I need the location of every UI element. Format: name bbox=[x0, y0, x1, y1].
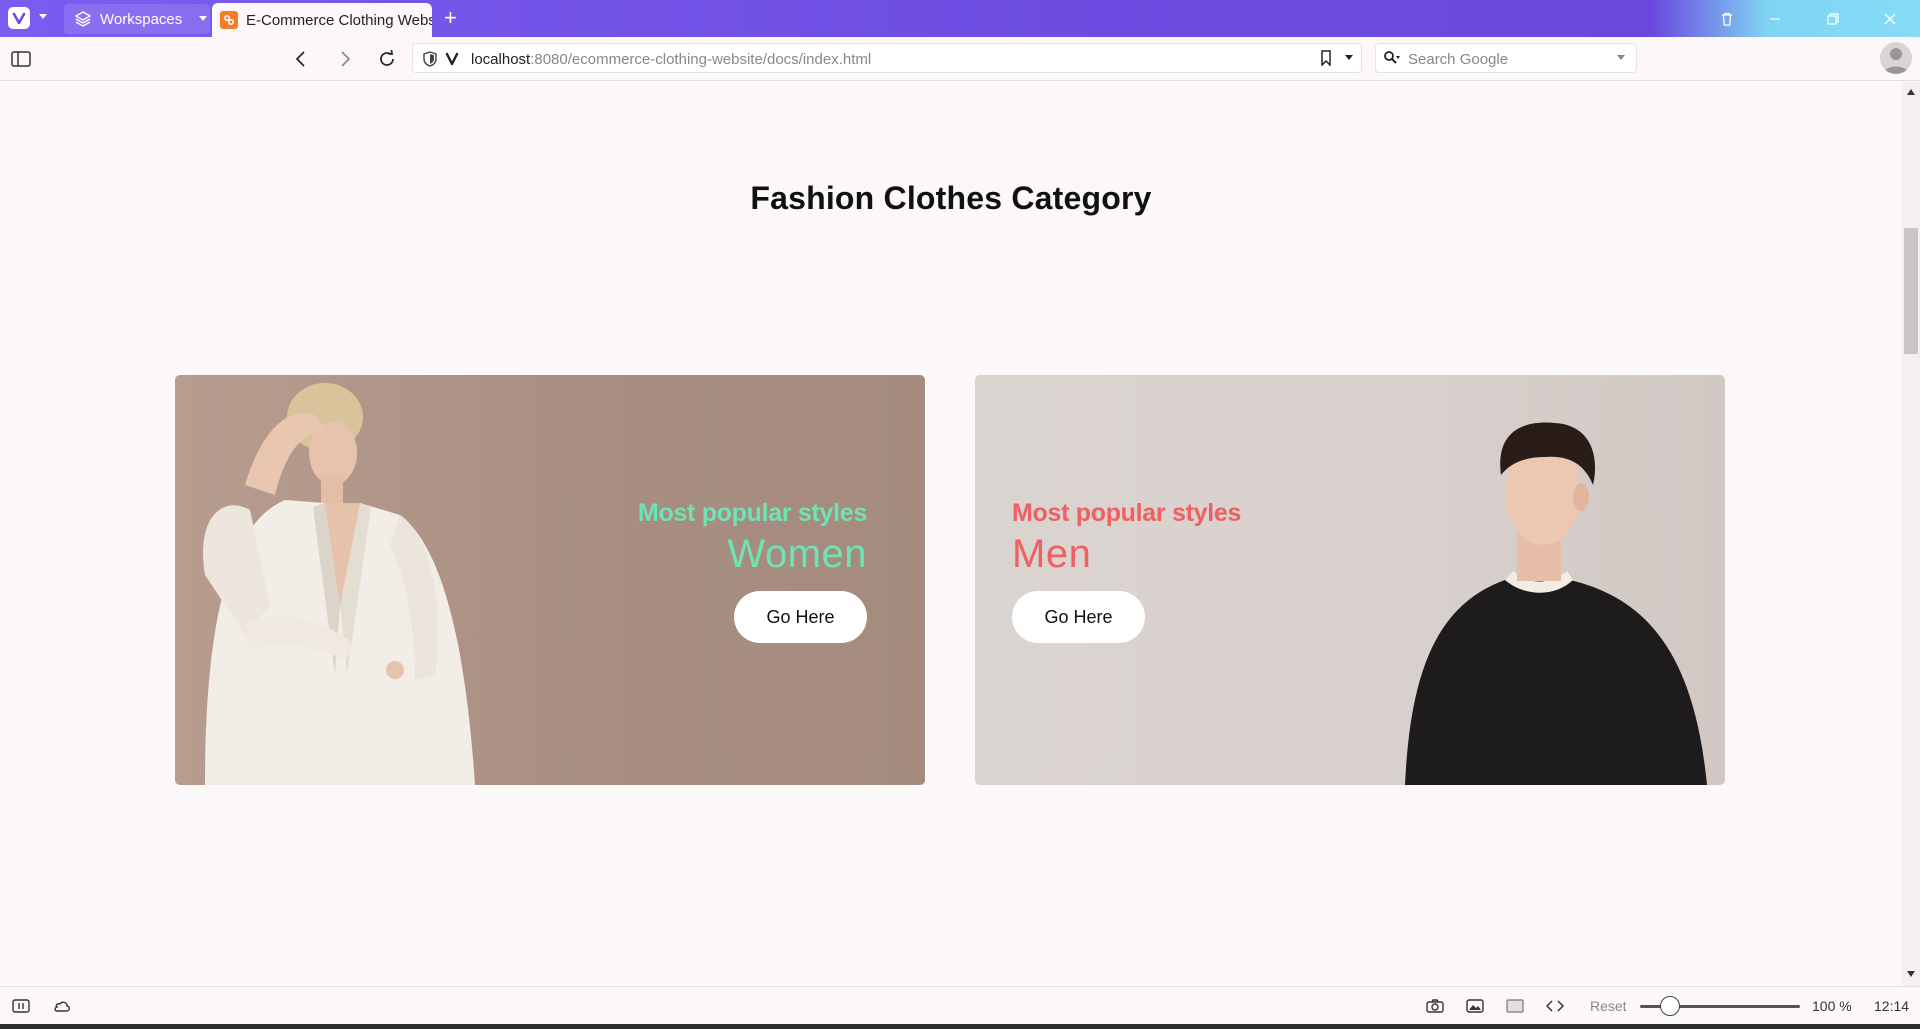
camera-icon[interactable] bbox=[1425, 996, 1445, 1016]
chevron-down-icon bbox=[199, 16, 208, 21]
minimize-button[interactable] bbox=[1765, 9, 1785, 29]
new-tab-button[interactable]: + bbox=[444, 7, 457, 29]
workspaces-label: Workspaces bbox=[100, 10, 183, 28]
men-go-here-button[interactable]: Go Here bbox=[1012, 591, 1145, 643]
url-text: localhost:8080/ecommerce-clothing-websit… bbox=[471, 51, 871, 68]
cloud-sync-icon[interactable] bbox=[52, 996, 72, 1016]
men-eyebrow: Most popular styles bbox=[1012, 499, 1242, 527]
forward-icon[interactable] bbox=[334, 48, 356, 70]
zoom-slider-knob[interactable] bbox=[1660, 996, 1680, 1016]
scroll-up-icon[interactable] bbox=[1904, 86, 1918, 98]
tab-title: E-Commerce Clothing Website bbox=[246, 11, 432, 29]
women-go-here-button[interactable]: Go Here bbox=[734, 591, 867, 643]
url-path: :8080/ecommerce-clothing-website/docs/in… bbox=[530, 51, 872, 68]
chevron-down-icon[interactable] bbox=[1338, 47, 1360, 69]
search-icon bbox=[1381, 47, 1403, 69]
user-icon bbox=[1884, 48, 1908, 74]
category-card-men: Most popular styles Men Go Here bbox=[975, 375, 1725, 785]
panel-toggle-icon[interactable] bbox=[11, 996, 31, 1016]
active-tab[interactable]: E-Commerce Clothing Website bbox=[212, 3, 432, 37]
url-field[interactable]: localhost:8080/ecommerce-clothing-websit… bbox=[412, 43, 1362, 73]
women-eyebrow: Most popular styles bbox=[637, 499, 867, 527]
category-card-women: Most popular styles Women Go Here bbox=[175, 375, 925, 785]
zoom-level[interactable]: 100 % bbox=[1812, 998, 1852, 1014]
vivaldi-logo-icon bbox=[12, 12, 26, 25]
layers-icon bbox=[74, 11, 92, 27]
workspaces-button[interactable]: Workspaces bbox=[64, 4, 210, 34]
title-bar: Workspaces E-Commerce Clothing Website + bbox=[0, 0, 1920, 37]
trash-icon[interactable] bbox=[1717, 9, 1737, 29]
vertical-scrollbar[interactable] bbox=[1902, 82, 1920, 986]
back-icon[interactable] bbox=[290, 48, 312, 70]
address-bar: localhost:8080/ecommerce-clothing-websit… bbox=[0, 37, 1920, 81]
men-card-text: Most popular styles Men Go Here bbox=[1012, 499, 1241, 643]
search-field[interactable]: Search Google bbox=[1375, 43, 1637, 73]
women-card-text: Most popular styles Women Go Here bbox=[638, 499, 867, 643]
panel-toggle-icon[interactable] bbox=[10, 48, 32, 70]
vivaldi-v-icon bbox=[441, 48, 463, 70]
man-photo bbox=[1405, 422, 1707, 785]
close-button[interactable] bbox=[1880, 9, 1900, 29]
scrollbar-thumb[interactable] bbox=[1904, 228, 1918, 354]
page-title: Fashion Clothes Category bbox=[750, 180, 1152, 216]
women-category-label: Women bbox=[727, 532, 867, 576]
chevron-down-icon[interactable] bbox=[38, 13, 48, 21]
chevron-down-icon[interactable] bbox=[1610, 47, 1632, 69]
page-tiling-icon[interactable] bbox=[1505, 996, 1525, 1016]
site-favicon-icon bbox=[220, 11, 238, 29]
scroll-down-icon[interactable] bbox=[1904, 968, 1918, 980]
zoom-reset-button[interactable]: Reset bbox=[1590, 998, 1627, 1014]
vivaldi-menu-button[interactable] bbox=[8, 7, 30, 29]
window-bottom-edge bbox=[0, 1024, 1920, 1029]
image-icon[interactable] bbox=[1465, 996, 1485, 1016]
profile-avatar[interactable] bbox=[1880, 42, 1912, 74]
clock: 12:14 bbox=[1874, 998, 1910, 1014]
woman-photo bbox=[203, 383, 475, 785]
status-bar: Reset 100 % 12:14 bbox=[0, 986, 1920, 1024]
men-category-label: Men bbox=[1012, 532, 1092, 576]
url-host: localhost bbox=[471, 51, 531, 68]
restore-button[interactable] bbox=[1823, 9, 1843, 29]
reload-icon[interactable] bbox=[376, 48, 398, 70]
search-placeholder: Search Google bbox=[1408, 51, 1509, 68]
code-icon[interactable] bbox=[1545, 996, 1565, 1016]
page-viewport: Fashion Clothes Category Most popular st… bbox=[0, 82, 1902, 986]
bookmark-icon[interactable] bbox=[1315, 47, 1337, 69]
shield-icon[interactable] bbox=[419, 48, 441, 70]
